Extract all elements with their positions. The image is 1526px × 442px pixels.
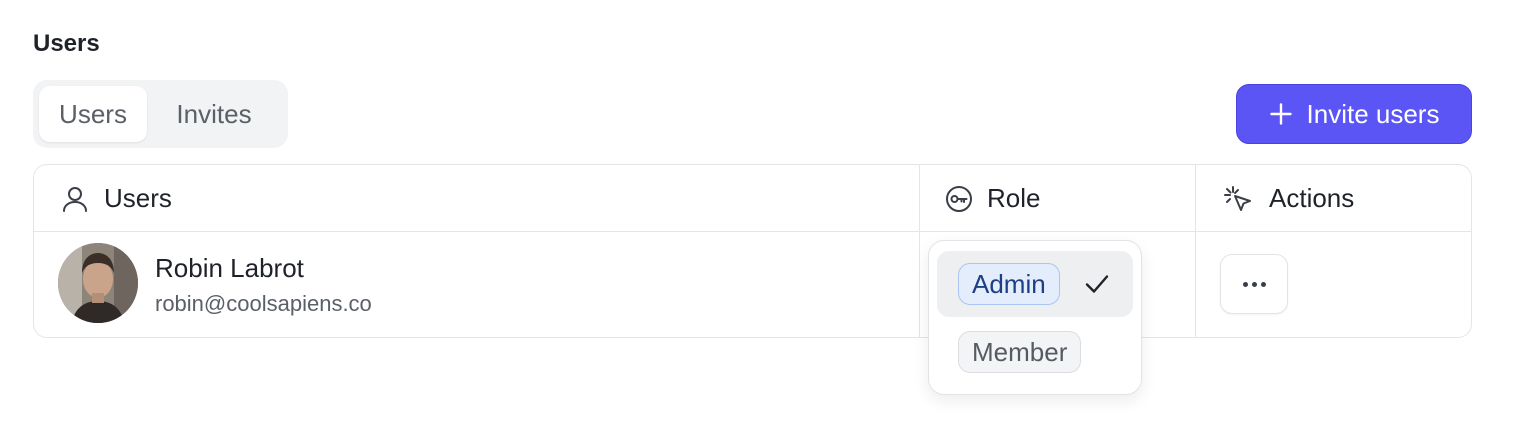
user-name: Robin Labrot	[155, 253, 304, 283]
role-dropdown-menu: Admin Member	[928, 240, 1142, 395]
role-badge-member: Member	[958, 331, 1082, 373]
more-horizontal-icon	[1242, 281, 1248, 287]
plus-icon	[1269, 102, 1293, 126]
key-icon	[945, 185, 973, 213]
role-badge-admin: Admin	[958, 263, 1060, 305]
column-header-users[interactable]: Users	[60, 165, 172, 232]
invite-users-label: Invite users	[1306, 98, 1440, 129]
users-settings-page: Users Users Invites Invite users Users R…	[0, 0, 1526, 442]
column-header-label: Users	[104, 183, 172, 213]
users-invites-tabs: Users Invites	[33, 80, 288, 148]
more-actions-button[interactable]	[1220, 254, 1288, 314]
column-header-label: Actions	[1269, 183, 1355, 213]
page-title: Users	[33, 30, 100, 57]
column-divider	[919, 165, 920, 337]
user-icon	[60, 184, 90, 214]
more-dot	[1251, 281, 1257, 287]
users-table: Users Role Actions Robin Labrot robin@co…	[33, 164, 1472, 338]
column-divider	[1195, 165, 1196, 337]
cursor-click-icon	[1221, 184, 1255, 214]
column-header-actions[interactable]: Actions	[1221, 165, 1354, 232]
role-option-admin[interactable]: Admin	[937, 251, 1133, 317]
tab-invites[interactable]: Invites	[147, 86, 281, 142]
tab-users[interactable]: Users	[39, 86, 147, 142]
column-header-label: Role	[987, 183, 1041, 213]
check-icon	[1084, 273, 1110, 300]
role-option-member[interactable]: Member	[937, 319, 1133, 385]
user-email: robin@coolsapiens.co	[155, 291, 372, 316]
invite-users-button[interactable]: Invite users	[1236, 84, 1472, 144]
avatar	[58, 243, 138, 323]
column-header-role[interactable]: Role	[945, 165, 1040, 232]
more-dot	[1260, 281, 1266, 287]
